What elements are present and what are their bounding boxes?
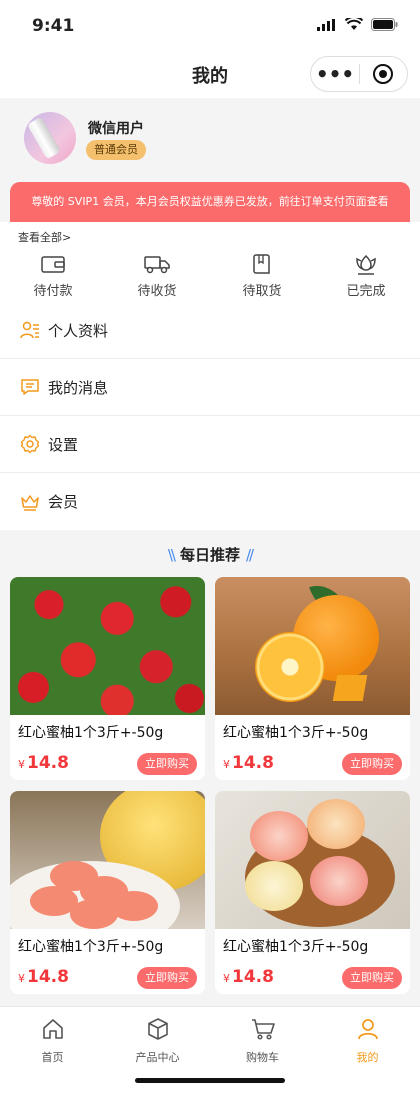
buy-now-button[interactable]: 立即购买 xyxy=(137,753,197,775)
product-name: 红心蜜柚1个3斤+-50g xyxy=(18,939,164,955)
view-all-orders-link[interactable]: 查看全部> xyxy=(18,229,71,245)
product-image-strawberries xyxy=(10,577,205,715)
user-icon xyxy=(357,1019,378,1040)
tab-bar: 首页 产品中心 购物车 我的 xyxy=(0,1006,420,1100)
menu-item-settings[interactable]: 设置 xyxy=(0,416,420,473)
buy-now-button[interactable]: 立即购买 xyxy=(342,967,402,989)
more-button[interactable]: ••• xyxy=(311,57,359,91)
product-card[interactable]: 红心蜜柚1个3斤+-50g ¥14.8 立即购买 xyxy=(10,791,205,994)
wifi-icon xyxy=(345,18,363,30)
product-image-oranges xyxy=(215,577,410,715)
mini-program-capsule: ••• xyxy=(310,56,408,92)
product-card[interactable]: 红心蜜柚1个3斤+-50g ¥14.8 立即购买 xyxy=(215,577,410,780)
avatar[interactable] xyxy=(24,112,76,164)
box-icon xyxy=(147,1018,168,1040)
product-name: 红心蜜柚1个3斤+-50g xyxy=(223,725,369,741)
order-label: 待收货 xyxy=(137,284,177,299)
cart-icon xyxy=(251,1019,275,1040)
order-pending-pickup[interactable]: 待取货 xyxy=(217,252,307,299)
package-icon xyxy=(253,254,270,274)
home-indicator xyxy=(135,1078,285,1083)
user-name: 微信用户 xyxy=(88,121,144,137)
menu-item-messages[interactable]: 我的消息 xyxy=(0,359,420,416)
tab-home[interactable]: 首页 xyxy=(0,1017,105,1065)
menu-label: 会员 xyxy=(48,493,79,511)
tulip-icon xyxy=(356,254,376,275)
profile-section: 微信用户 普通会员 xyxy=(0,98,420,178)
buy-now-button[interactable]: 立即购买 xyxy=(137,967,197,989)
status-bar: 9:41 xyxy=(0,0,420,50)
order-label: 已完成 xyxy=(346,284,386,299)
tab-label: 产品中心 xyxy=(135,1051,180,1064)
signal-icon xyxy=(317,18,335,31)
order-completed[interactable]: 已完成 xyxy=(321,252,411,299)
order-label: 待取货 xyxy=(242,284,282,299)
wallet-icon xyxy=(41,256,65,273)
menu-label: 设置 xyxy=(48,435,79,454)
gear-icon xyxy=(20,434,40,454)
tab-cart[interactable]: 购物车 xyxy=(210,1017,315,1065)
menu-label: 我的消息 xyxy=(48,378,109,397)
order-pending-receipt[interactable]: 待收货 xyxy=(112,252,202,299)
tab-label: 购物车 xyxy=(246,1051,279,1064)
product-price: ¥14.8 xyxy=(18,753,69,773)
target-icon xyxy=(373,64,394,84)
tab-products[interactable]: 产品中心 xyxy=(105,1017,210,1065)
orders-section: 查看全部> 待付款 待收货 待取货 已完成 xyxy=(0,222,420,302)
nav-bar: 我的 ••• xyxy=(0,50,420,98)
profile-icon xyxy=(20,321,39,339)
member-level-badge: 普通会员 xyxy=(86,140,146,160)
buy-now-button[interactable]: 立即购买 xyxy=(342,753,402,775)
order-pending-payment[interactable]: 待付款 xyxy=(8,252,98,299)
product-price: ¥14.8 xyxy=(223,967,274,987)
section-title: \\ 每日推荐// xyxy=(167,546,254,564)
product-price: ¥14.8 xyxy=(223,753,274,773)
menu-item-membership[interactable]: 会员 xyxy=(0,473,420,530)
product-name: 红心蜜柚1个3斤+-50g xyxy=(223,939,369,955)
truck-icon xyxy=(144,256,170,274)
product-image-grapefruit xyxy=(10,791,205,929)
product-card[interactable]: 红心蜜柚1个3斤+-50g ¥14.8 立即购买 xyxy=(10,577,205,780)
menu-item-profile[interactable]: 个人资料 xyxy=(0,302,420,359)
menu-label: 个人资料 xyxy=(48,321,109,340)
product-card[interactable]: 红心蜜柚1个3斤+-50g ¥14.8 立即购买 xyxy=(215,791,410,994)
close-mini-program-button[interactable] xyxy=(360,63,407,85)
menu-list: 个人资料 我的消息 设置 会员 xyxy=(0,302,420,530)
home-icon xyxy=(42,1019,63,1039)
battery-icon xyxy=(371,18,398,31)
tab-label: 我的 xyxy=(356,1051,379,1064)
status-time: 9:41 xyxy=(32,16,75,36)
product-name: 红心蜜柚1个3斤+-50g xyxy=(18,725,164,741)
message-icon xyxy=(21,379,39,395)
tab-mine[interactable]: 我的 xyxy=(315,1017,420,1065)
product-image-pomelo xyxy=(215,791,410,929)
order-label: 待付款 xyxy=(33,284,73,299)
tab-label: 首页 xyxy=(41,1051,64,1064)
crown-icon xyxy=(21,494,39,511)
member-notice-banner[interactable]: 尊敬的 SVIP1 会员，本月会员权益优惠券已发放，前往订单支付页面查看 xyxy=(10,182,410,222)
product-price: ¥14.8 xyxy=(18,967,69,987)
